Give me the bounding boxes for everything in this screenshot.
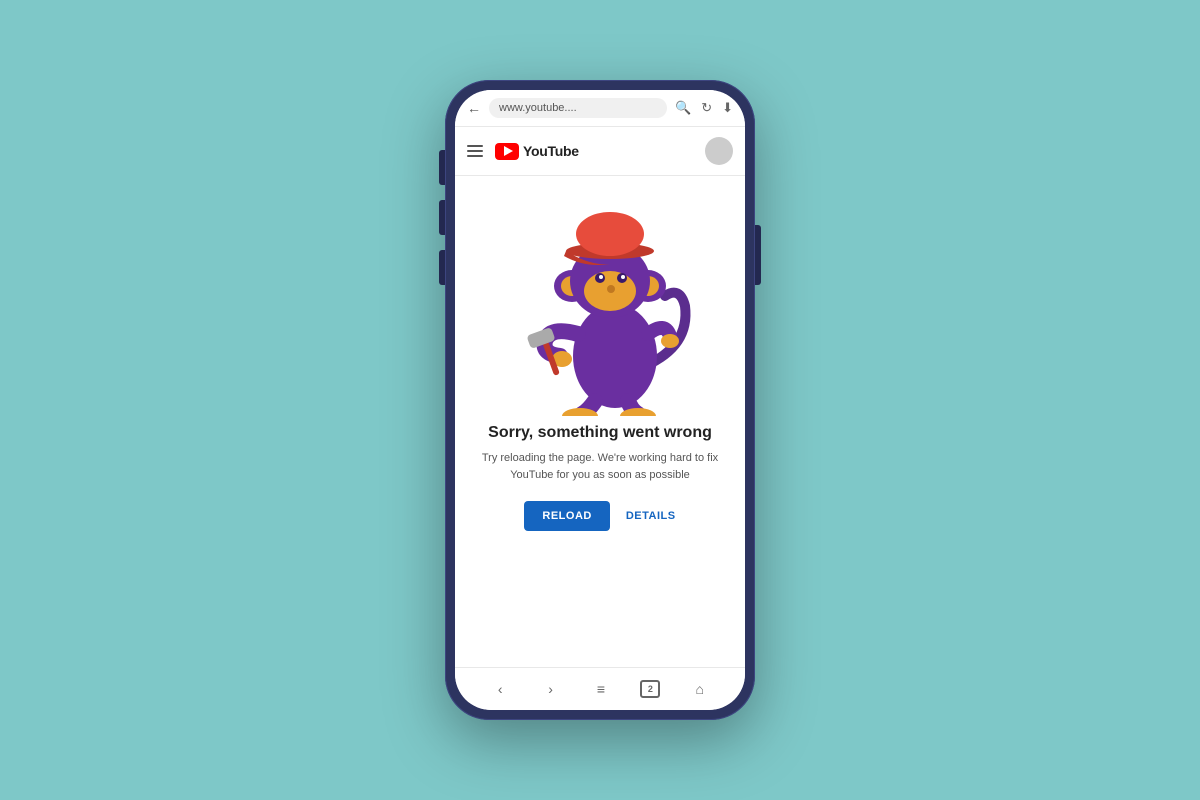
error-description: Try reloading the page. We're working ha… (475, 450, 725, 483)
user-avatar[interactable] (705, 137, 733, 165)
youtube-logo[interactable]: YouTube (495, 143, 579, 160)
youtube-icon (495, 143, 519, 160)
search-icon[interactable]: 🔍 (675, 100, 691, 116)
youtube-header: YouTube (455, 127, 745, 176)
error-buttons: RELOAD DETAILS (524, 501, 675, 531)
details-button[interactable]: DETAILS (626, 510, 676, 522)
nav-back-icon[interactable]: ‹ (489, 678, 511, 700)
refresh-icon[interactable]: ↻ (701, 100, 712, 116)
browser-url-bar[interactable]: www.youtube.... (489, 98, 667, 118)
yt-header-left: YouTube (467, 143, 579, 160)
phone-frame: ← www.youtube.... 🔍 ↻ ⬇ YouTube (445, 80, 755, 720)
browser-icons: 🔍 ↻ ⬇ (675, 100, 733, 116)
hamburger-menu[interactable] (467, 145, 483, 157)
nav-tabs-icon[interactable]: 2 (640, 680, 660, 698)
error-title: Sorry, something went wrong (488, 424, 712, 442)
url-text: www.youtube.... (499, 102, 577, 114)
browser-bottom-nav: ‹ › ≡ 2 ⌂ (455, 667, 745, 710)
monkey-illustration (500, 186, 700, 416)
phone-screen: ← www.youtube.... 🔍 ↻ ⬇ YouTube (455, 90, 745, 710)
youtube-text: YouTube (523, 143, 579, 159)
reload-button[interactable]: RELOAD (524, 501, 609, 531)
browser-bar: ← www.youtube.... 🔍 ↻ ⬇ (455, 90, 745, 127)
nav-menu-icon[interactable]: ≡ (590, 678, 612, 700)
nav-forward-icon[interactable]: › (540, 678, 562, 700)
nav-home-icon[interactable]: ⌂ (689, 678, 711, 700)
download-icon[interactable]: ⬇ (722, 100, 733, 116)
error-content: Sorry, something went wrong Try reloadin… (455, 176, 745, 667)
browser-back-icon[interactable]: ← (467, 100, 481, 116)
